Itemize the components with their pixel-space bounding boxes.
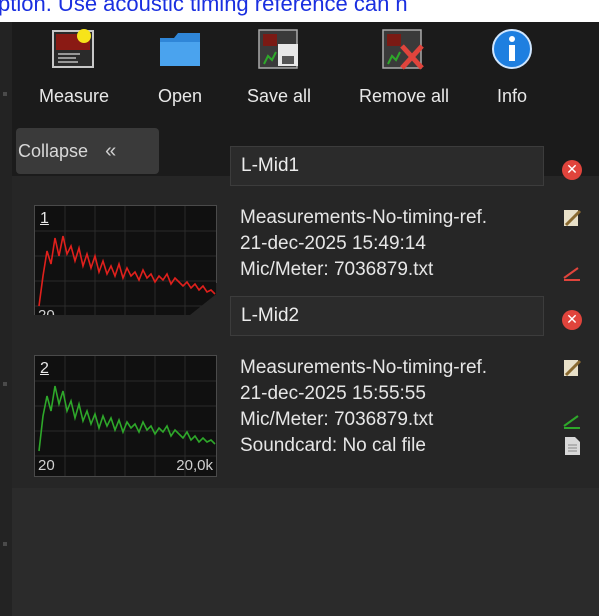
measurement-graph-2[interactable]: 2 20 20,0k (34, 355, 217, 477)
left-edge (0, 22, 12, 616)
collapse-button[interactable]: Collapse « (16, 128, 159, 174)
info-button[interactable]: Info (486, 22, 538, 120)
info-label: Info (496, 86, 528, 106)
graph-number: 1 (40, 210, 49, 227)
panel-empty-area (12, 488, 599, 616)
mic-icon[interactable] (562, 262, 582, 282)
remove-all-label: Remove all (358, 86, 450, 106)
save-all-button[interactable]: Save all (240, 22, 318, 120)
measure-label: Measure (38, 86, 110, 106)
edge-mark (3, 382, 7, 386)
graph-x-end: 20,0k (176, 457, 213, 474)
mic-icon[interactable] (562, 410, 582, 430)
document-icon[interactable] (562, 436, 582, 456)
measurement-mic: Mic/Meter: 7036879.txt (240, 259, 434, 280)
measure-icon (52, 29, 94, 68)
top-text-strip: ption. Use acoustic timing reference can… (0, 0, 599, 22)
measurement-mic: Mic/Meter: 7036879.txt (240, 409, 434, 430)
open-label: Open (157, 86, 203, 106)
close-icon[interactable]: ✕ (562, 160, 582, 180)
folder-icon (160, 33, 200, 66)
measurement-name-field[interactable]: L-Mid2 (230, 296, 544, 336)
measurement-file: Measurements-No-timing-ref. (240, 357, 488, 378)
graph-grid (35, 206, 216, 326)
close-icon[interactable]: ✕ (562, 310, 582, 330)
save-icon (258, 29, 298, 69)
measure-button[interactable]: Measure (32, 22, 116, 120)
measurement-soundcard: Soundcard: No cal file (240, 435, 426, 456)
measurement-name-field[interactable]: L-Mid1 (230, 146, 544, 186)
measurement-date: 21-dec-2025 15:55:55 (240, 383, 426, 404)
edge-mark (3, 542, 7, 546)
info-icon (492, 29, 532, 69)
graph-number: 2 (40, 360, 49, 377)
measurement-date: 21-dec-2025 15:49:14 (240, 233, 426, 254)
save-all-label: Save all (246, 86, 312, 106)
notes-edit-icon[interactable] (562, 208, 582, 228)
measurement-graph-1[interactable]: 1 20 20 (34, 205, 217, 327)
edge-mark (3, 92, 7, 96)
remove-icon (382, 29, 424, 70)
graph-x-start: 20 (38, 457, 55, 474)
toolbar: Measure Open Save all Remove all Info (12, 22, 599, 120)
measurement-file: Measurements-No-timing-ref. (240, 207, 488, 228)
notes-edit-icon[interactable] (562, 358, 582, 378)
top-text: ption. Use acoustic timing reference can… (0, 0, 408, 16)
collapse-label: Collapse (18, 141, 89, 161)
measurement-mic-clip: Mic/Meter: 7036879.txt (240, 258, 570, 282)
remove-all-button[interactable]: Remove all (352, 22, 456, 120)
chevron-left-icon: « (105, 140, 117, 162)
open-button[interactable]: Open (148, 22, 212, 120)
